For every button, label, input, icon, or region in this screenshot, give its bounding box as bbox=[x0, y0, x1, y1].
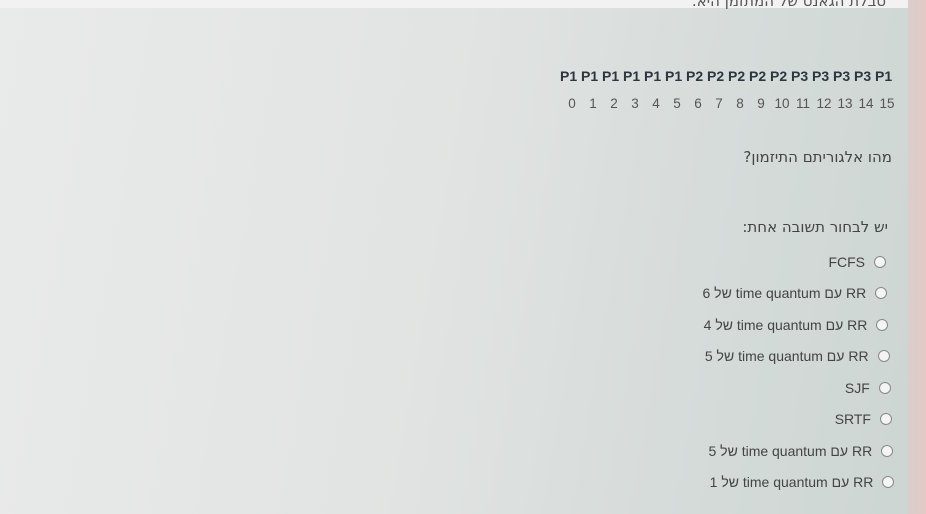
radio-button[interactable] bbox=[875, 287, 888, 300]
option-label: RR עם time quantum של 5 bbox=[708, 442, 873, 459]
gantt-cell-label: P2 bbox=[686, 68, 704, 84]
gantt-tick-label: 10 bbox=[774, 96, 790, 111]
gantt-time-ticks: 0 1 2 3 4 5 6 7 8 9 10 11 12 13 14 15 bbox=[560, 96, 896, 116]
answer-option[interactable]: RR עם time quantum של 6 bbox=[702, 278, 888, 310]
radio-button[interactable] bbox=[874, 255, 886, 268]
gantt-tick-label: 4 bbox=[652, 96, 660, 111]
gantt-tick-label: 11 bbox=[795, 96, 811, 111]
option-label: RR עם time quantum של 1 bbox=[709, 474, 874, 491]
radio-button[interactable] bbox=[881, 444, 894, 457]
gantt-tick-label: 12 bbox=[816, 96, 832, 111]
radio-button[interactable] bbox=[882, 476, 895, 489]
gantt-tick-label: 2 bbox=[610, 96, 618, 111]
gantt-tick-label: 1 bbox=[589, 96, 597, 111]
radio-button[interactable] bbox=[880, 413, 892, 426]
option-label: RR עם time quantum של 4 bbox=[703, 316, 868, 333]
gantt-tick-label: 8 bbox=[736, 96, 744, 111]
gantt-cell-label: P2 bbox=[749, 68, 767, 84]
gantt-tick-label: 3 bbox=[631, 96, 639, 111]
answer-option[interactable]: SJF bbox=[702, 372, 891, 404]
radio-button[interactable] bbox=[876, 318, 889, 331]
gantt-tick-label: 15 bbox=[879, 96, 895, 111]
gantt-cell-label: P1 bbox=[560, 68, 578, 84]
gantt-tick-label: 14 bbox=[858, 96, 874, 111]
gantt-intro-text: טבלת הגאנט של המתזמן היא: bbox=[691, 0, 886, 10]
gantt-cell-label: P2 bbox=[707, 68, 725, 84]
option-label: SJF bbox=[844, 379, 870, 396]
gantt-cell-label: P2 bbox=[770, 68, 788, 84]
radio-button[interactable] bbox=[878, 381, 891, 394]
gantt-tick-label: 9 bbox=[757, 96, 765, 111]
instruction-text: יש לבחור תשובה אחת: bbox=[742, 218, 888, 236]
answer-option[interactable]: FCFS bbox=[702, 246, 886, 278]
answer-option[interactable]: RR עם time quantum של 4 bbox=[702, 309, 889, 341]
screen-edge bbox=[908, 0, 926, 514]
gantt-cell-label: P3 bbox=[812, 68, 830, 84]
gantt-chart-labels: P1 P1 P1 P1 P1 P1 P2 P2 P2 P2 P2 P3 P3 P3 P3 P1 bbox=[560, 68, 896, 88]
gantt-cell-label: P3 bbox=[854, 68, 872, 84]
gantt-tick-label: 13 bbox=[837, 96, 853, 111]
gantt-cell-label: P1 bbox=[602, 68, 620, 84]
gantt-cell-label: P1 bbox=[875, 68, 893, 84]
gantt-cell-label: P1 bbox=[623, 68, 641, 84]
gantt-tick-label: 5 bbox=[673, 96, 681, 111]
radio-button[interactable] bbox=[877, 350, 890, 363]
option-label: SRTF bbox=[834, 411, 871, 428]
gantt-cell-label: P1 bbox=[581, 68, 599, 84]
answer-option[interactable]: RR עם time quantum של 5 bbox=[702, 435, 894, 467]
answer-option[interactable]: SRTF bbox=[702, 404, 892, 436]
answer-option[interactable]: RR עם time quantum של 1 bbox=[702, 467, 895, 499]
option-label: RR עם time quantum של 5 bbox=[704, 348, 869, 365]
gantt-tick-label: 6 bbox=[694, 96, 702, 111]
option-label: RR עם time quantum של 6 bbox=[702, 285, 867, 302]
gantt-tick-label: 7 bbox=[715, 96, 723, 111]
question-text: מהו אלגוריתם התיזמון? bbox=[743, 148, 892, 166]
answer-option[interactable]: RR עם time quantum של 5 bbox=[702, 341, 890, 373]
gantt-cell-label: P2 bbox=[728, 68, 746, 84]
option-label: FCFS bbox=[828, 253, 865, 270]
gantt-cell-label: P1 bbox=[665, 68, 683, 84]
gantt-tick-label: 0 bbox=[568, 96, 576, 111]
answer-options: FCFS RR עם time quantum של 6 RR עם time qu… bbox=[702, 246, 895, 498]
gantt-cell-label: P1 bbox=[644, 68, 662, 84]
gantt-cell-label: P3 bbox=[791, 68, 809, 84]
gantt-cell-label: P3 bbox=[833, 68, 851, 84]
